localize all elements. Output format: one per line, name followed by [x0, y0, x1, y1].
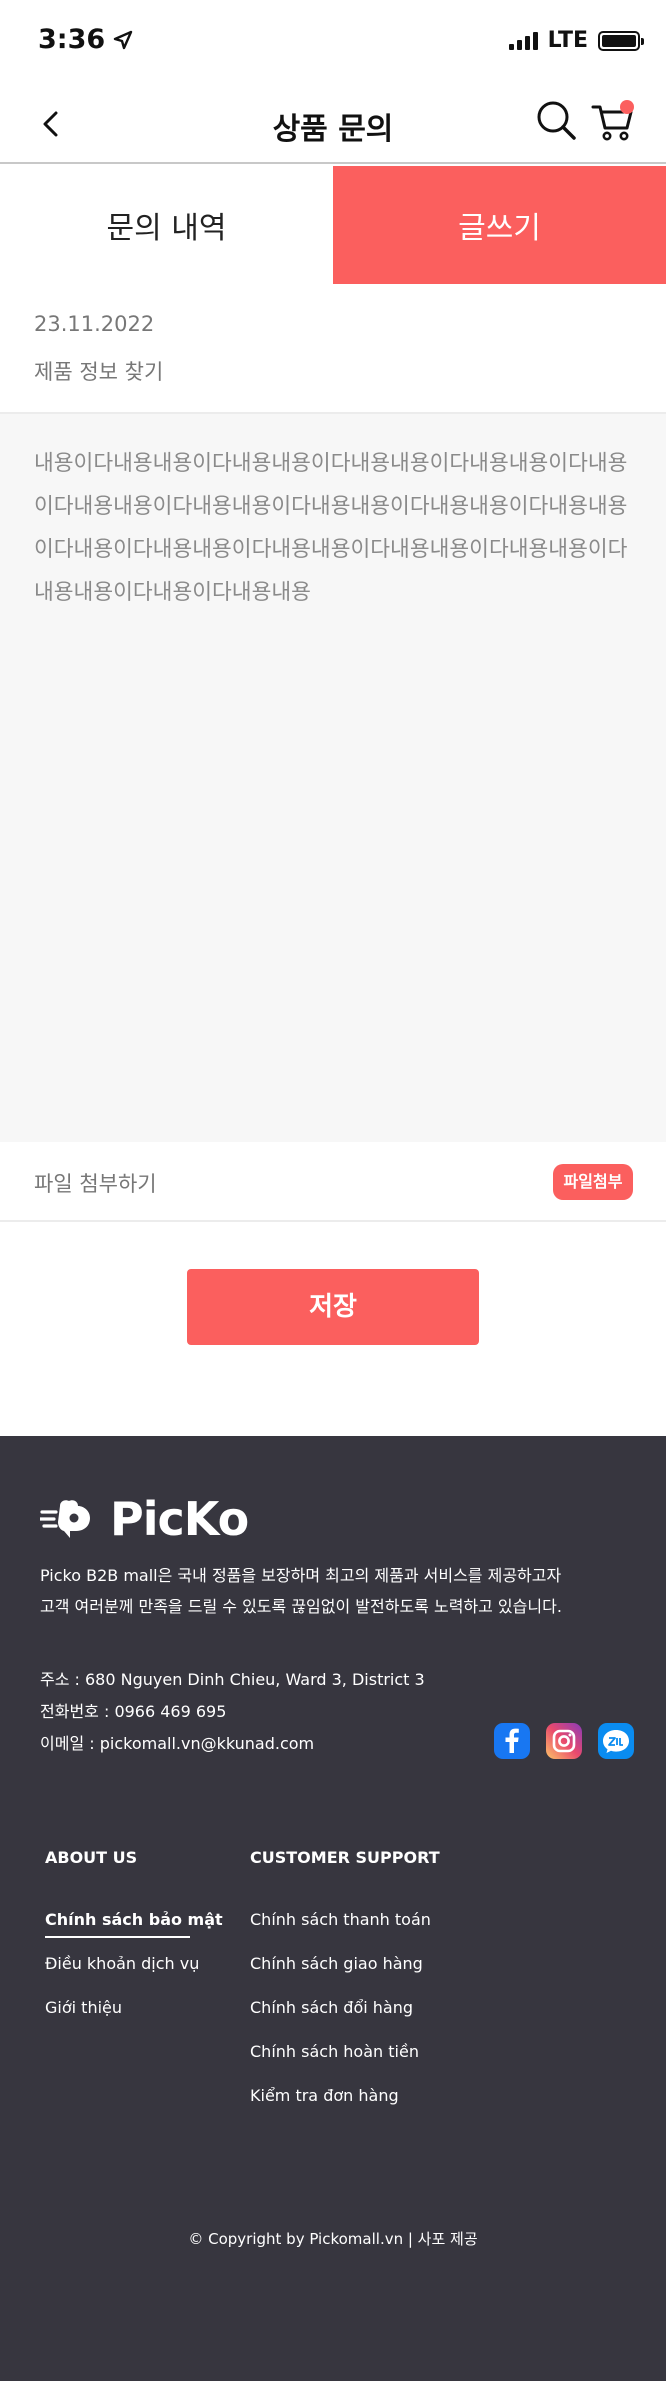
- status-time-text: 3:36: [38, 24, 106, 55]
- tab-bar: 문의 내역 글쓰기: [0, 166, 666, 284]
- about-links: Chính sách bảo mật Điều khoản dịch vụ Gi…: [45, 1906, 223, 2038]
- tab-inquiry-history[interactable]: 문의 내역: [0, 166, 333, 284]
- customer-support-heading: CUSTOMER SUPPORT: [250, 1848, 440, 1867]
- support-links: Chính sách thanh toán Chính sách giao hà…: [250, 1906, 431, 2126]
- status-bar: 3:36 LTE: [0, 0, 666, 84]
- search-button[interactable]: [534, 98, 578, 142]
- social-links: [494, 1723, 634, 1759]
- footer-link-order-check[interactable]: Kiểm tra đơn hàng: [250, 2082, 431, 2126]
- copyright: © Copyright by Pickomall.vn | 사포 제공: [188, 2230, 478, 2248]
- inquiry-content-text: 내용이다내용내용이다내용내용이다내용내용이다내용내용이다내용이다내용내용이다내용…: [34, 451, 628, 605]
- footer-link-payment[interactable]: Chính sách thanh toán: [250, 1906, 431, 1950]
- about-us-heading: ABOUT US: [45, 1848, 138, 1867]
- location-arrow-icon: [113, 30, 133, 49]
- footer-link-terms[interactable]: Điều khoản dịch vụ: [45, 1950, 223, 1994]
- app-header: 상품 문의: [0, 84, 666, 164]
- footer-intro-line-1: Picko B2B mall은 국내 정품을 보장하며 최고의 제품과 서비스를…: [40, 1566, 562, 1585]
- instagram-icon[interactable]: [546, 1723, 582, 1759]
- tab-write[interactable]: 글쓰기: [333, 166, 666, 284]
- footer-intro: Picko B2B mall은 국내 정품을 보장하며 최고의 제품과 서비스를…: [40, 1560, 640, 1622]
- network-label: LTE: [547, 28, 588, 53]
- signal-icon: [508, 31, 538, 50]
- footer-link-shipping[interactable]: Chính sách giao hàng: [250, 1950, 431, 1994]
- cart-badge: [620, 100, 634, 114]
- inquiry-content-field[interactable]: 내용이다내용내용이다내용내용이다내용내용이다내용내용이다내용이다내용내용이다내용…: [0, 414, 666, 1142]
- footer-link-about[interactable]: Giới thiệu: [45, 1994, 223, 2038]
- active-link-underline: [45, 1936, 190, 1938]
- file-attach-row: 파일 첨부하기 파일첨부: [0, 1142, 666, 1222]
- footer-link-privacy[interactable]: Chính sách bảo mật: [45, 1906, 223, 1950]
- footer-contact: 주소 : 680 Nguyen Dinh Chieu, Ward 3, Dist…: [40, 1664, 425, 1760]
- footer-address: 주소 : 680 Nguyen Dinh Chieu, Ward 3, Dist…: [40, 1670, 425, 1689]
- footer-logo: PicKo: [40, 1492, 249, 1546]
- inquiry-info: 23.11.2022 제품 정보 찾기: [0, 284, 666, 414]
- save-button[interactable]: 저장: [187, 1269, 479, 1345]
- status-time: 3:36: [38, 24, 133, 55]
- picko-logo-icon: [40, 1500, 90, 1538]
- file-attach-button[interactable]: 파일첨부: [553, 1164, 633, 1200]
- zalo-icon[interactable]: [598, 1723, 634, 1759]
- facebook-icon[interactable]: [494, 1723, 530, 1759]
- footer-link-exchange[interactable]: Chính sách đổi hàng: [250, 1994, 431, 2038]
- footer: PicKo Picko B2B mall은 국내 정품을 보장하며 최고의 제품…: [0, 1436, 666, 2381]
- footer-link-refund[interactable]: Chính sách hoàn tiền: [250, 2038, 431, 2082]
- inquiry-product[interactable]: 제품 정보 찾기: [34, 356, 163, 386]
- search-icon: [537, 101, 576, 140]
- footer-phone: 전화번호 : 0966 469 695: [40, 1702, 227, 1721]
- file-attach-label: 파일 첨부하기: [34, 1172, 157, 1196]
- footer-intro-line-2: 고객 여러분께 만족을 드릴 수 있도록 끊임없이 발전하도록 노력하고 있습니…: [40, 1597, 562, 1616]
- inquiry-date: 23.11.2022: [34, 312, 155, 336]
- brand-name: PicKo: [110, 1492, 249, 1546]
- footer-email: 이메일 : pickomall.vn@kkunad.com: [40, 1734, 315, 1753]
- battery-icon: [598, 30, 644, 51]
